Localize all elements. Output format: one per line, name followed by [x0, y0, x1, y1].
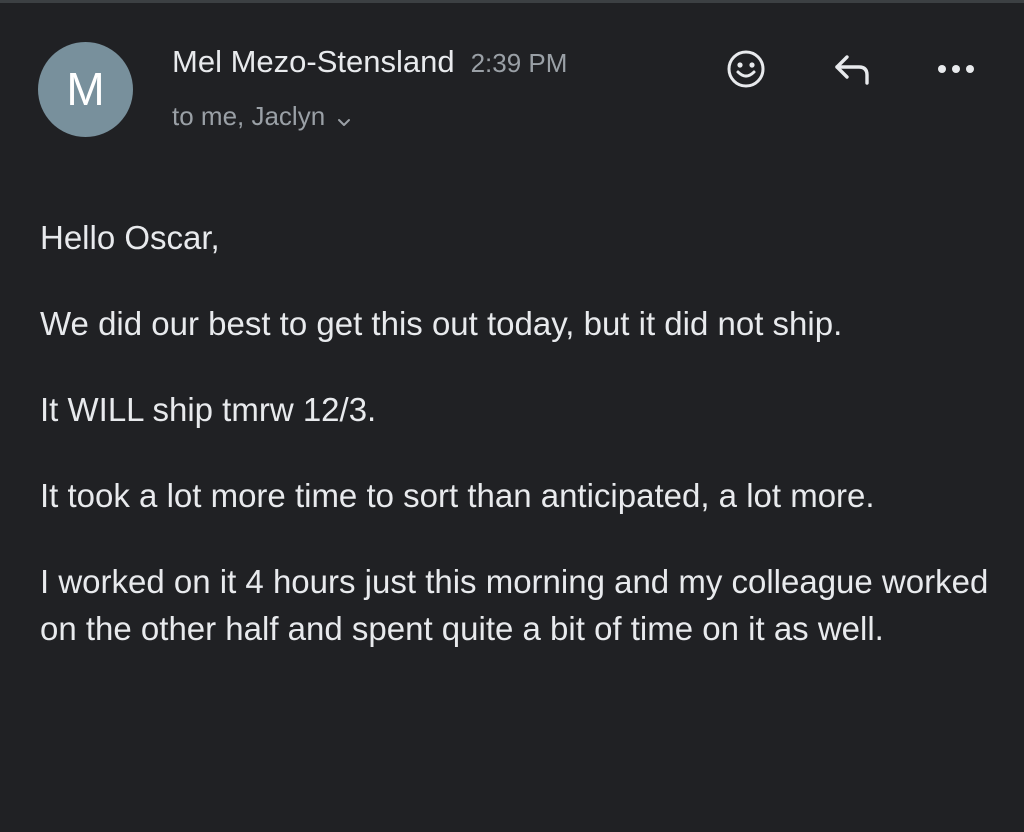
body-paragraph: It took a lot more time to sort than ant…	[40, 477, 875, 514]
email-header: M Mel Mezo-Stensland 2:39 PM to me, Jacly…	[0, 0, 1024, 170]
body-paragraph: We did our best to get this out today, b…	[40, 305, 843, 342]
recipients-toggle[interactable]: to me, Jaclyn	[172, 101, 353, 132]
chevron-down-icon[interactable]	[335, 108, 353, 126]
body-paragraph: I worked on it 4 hours just this morning…	[40, 563, 989, 647]
body-paragraph: Hello Oscar,	[40, 219, 220, 256]
reply-button[interactable]	[826, 45, 878, 97]
body-paragraph: It WILL ship tmrw 12/3.	[40, 391, 377, 428]
recipients-label: to me, Jaclyn	[172, 101, 326, 131]
sender-name[interactable]: Mel Mezo-Stensland	[172, 44, 455, 79]
sent-time: 2:39 PM	[470, 48, 568, 78]
more-options-button[interactable]	[930, 45, 982, 97]
more-vert-dots-icon	[933, 59, 979, 84]
avatar[interactable]: M	[38, 42, 133, 137]
reply-arrow-icon	[829, 49, 875, 94]
email-body: Hello Oscar, We did our best to get this…	[40, 214, 990, 691]
smiley-icon	[724, 47, 768, 96]
sender-line: Mel Mezo-Stensland 2:39 PM	[172, 44, 567, 80]
add-reaction-button[interactable]	[720, 45, 772, 97]
